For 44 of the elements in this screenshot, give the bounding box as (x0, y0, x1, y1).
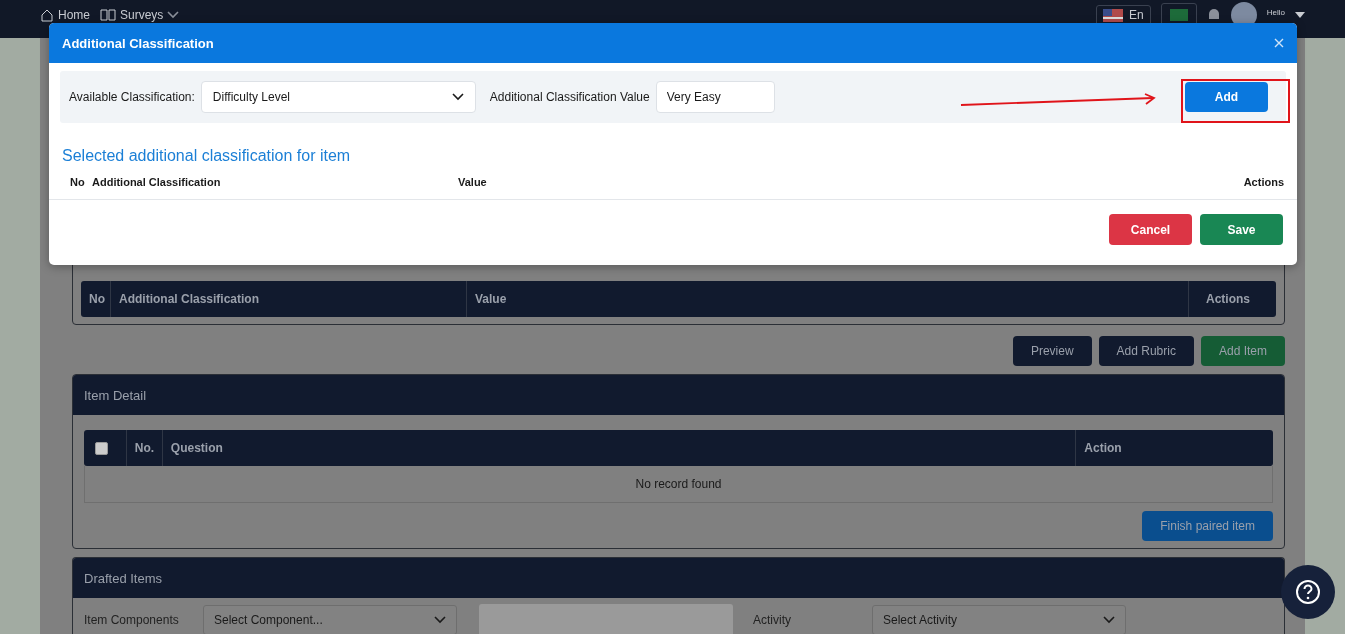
classification-select[interactable]: Difficulty Level (200, 81, 476, 113)
value-input[interactable]: Very Easy (655, 81, 775, 113)
field-label: Activity (753, 613, 792, 627)
column-header: Value (458, 176, 488, 188)
help-button[interactable] (1281, 565, 1335, 619)
save-button[interactable]: Save (1200, 214, 1283, 245)
field-label: Item Components (84, 613, 180, 627)
section-title: Selected additional classification for item (62, 147, 352, 165)
panel-header: Drafted Items (73, 558, 1284, 598)
column-header: Question (162, 430, 1077, 466)
caret-icon (167, 11, 180, 19)
book-icon (100, 8, 116, 22)
cancel-button[interactable]: Cancel (1109, 214, 1192, 245)
column-header: No. (126, 430, 163, 466)
select-field[interactable]: Select Component... (203, 605, 457, 634)
empty-message: No record found (84, 466, 1273, 503)
chevron-icon (434, 616, 446, 624)
home-icon (40, 8, 54, 22)
panel-header: Item Detail (73, 375, 1284, 415)
greeting: Hello (1266, 7, 1285, 19)
close-icon[interactable] (1274, 38, 1284, 48)
surveys-menu[interactable]: Surveys (120, 8, 164, 22)
flag-icon (1103, 8, 1124, 22)
modal-title: Additional Classification (62, 35, 214, 51)
help-icon (1295, 579, 1321, 605)
column-header: Action (1083, 440, 1123, 457)
action-button[interactable]: Add Rubric (1098, 336, 1194, 366)
column-header: Additional Classification (92, 176, 222, 188)
action-button[interactable]: Preview (1012, 336, 1092, 366)
column-header: Actions (1205, 291, 1251, 308)
chevron-icon (451, 93, 464, 101)
column-header: No (81, 281, 111, 317)
home-link[interactable]: Home (58, 8, 90, 22)
column-header: Additional Classification (111, 281, 467, 317)
select-field[interactable]: Select Activity (872, 605, 1126, 634)
column-header: Value (467, 281, 1189, 317)
chevron-icon (1103, 616, 1115, 624)
field-label: Additional Classification Value (489, 90, 650, 104)
checkbox[interactable] (95, 441, 108, 455)
column-header: Actions (1243, 176, 1284, 188)
column-header: No (70, 176, 86, 188)
field-label: Available Classification: (69, 90, 195, 104)
caret-icon[interactable] (1295, 12, 1305, 18)
add-button[interactable]: Add (1185, 82, 1268, 112)
